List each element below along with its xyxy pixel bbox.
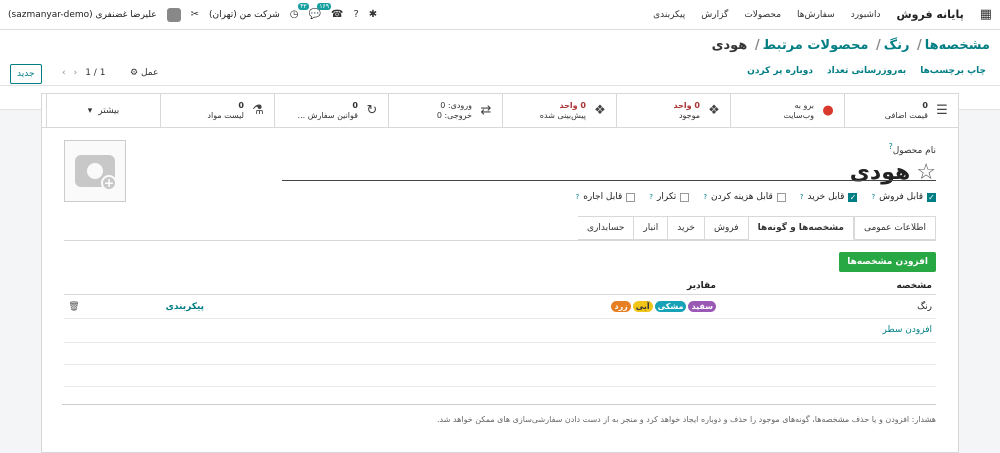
empty-row: [64, 343, 936, 365]
bug-icon[interactable]: ✱: [369, 9, 377, 20]
form-sheet: ☰ 0 قیمت اضافی ● برو به وب‌سایت ❖ 0 واحد مو…: [41, 93, 959, 453]
empty-row: [64, 365, 936, 387]
menu-configuration[interactable]: پیکربندی: [653, 10, 685, 20]
tools-icon[interactable]: ✂: [191, 9, 199, 20]
replenish-button[interactable]: دوباره پر کردن: [747, 66, 813, 76]
tab-general-info[interactable]: اطلاعات عمومی: [853, 216, 936, 240]
update-quantity-button[interactable]: به‌روزرسانی تعداد: [827, 66, 906, 76]
menu-dashboard[interactable]: داشبورد: [851, 10, 881, 20]
can-be-sold-checkbox[interactable]: ✓ قابل فروش?: [871, 192, 936, 202]
cubes-icon: ❖: [594, 103, 606, 118]
top-navbar: ▦ پایانه فروش داشبورد سفارش‌ها محصولات گ…: [0, 0, 1000, 30]
breadcrumb-current: هودی: [711, 38, 748, 53]
menu-reporting[interactable]: گزارش: [701, 10, 728, 20]
header-buttons: چاپ برچسب‌ها به‌روزرسانی تعداد دوباره پر…: [747, 66, 986, 76]
product-name-field[interactable]: هودی: [850, 160, 911, 185]
chat-icon[interactable]: 💬 ۱۶۹: [309, 3, 331, 20]
value-tag[interactable]: آبی: [632, 301, 653, 312]
tab-purchase[interactable]: خرید: [668, 216, 705, 240]
new-button[interactable]: جدید: [10, 64, 42, 84]
notebook-tabs: اطلاعات عمومی مشخصه‌ها و گونه‌ها فروش خر…: [577, 216, 936, 240]
menu-products[interactable]: محصولات: [744, 10, 781, 20]
attribute-cell[interactable]: رنگ: [716, 302, 936, 312]
pager-next-icon[interactable]: ›: [74, 68, 78, 78]
apps-grid-icon[interactable]: ▦: [980, 7, 992, 22]
value-tag[interactable]: مشکی: [654, 301, 687, 312]
in-out-button[interactable]: ⇄ ورودی: 0 خروجی: 0: [388, 94, 502, 127]
refresh-icon: ↻: [366, 103, 378, 118]
tabs-divider: [64, 240, 936, 241]
caret-down-icon: ▾: [87, 105, 93, 116]
exchange-icon: ⇄: [480, 103, 492, 118]
phone-icon[interactable]: ☎: [331, 9, 343, 20]
breadcrumb: مشخصه‌ها/ رنگ/ محصولات مرتبط/ هودی: [711, 38, 990, 53]
add-line-link[interactable]: افزودن سطر: [64, 319, 936, 343]
pager: ‹ › 1 / 1: [62, 68, 105, 78]
avatar[interactable]: [166, 7, 181, 22]
value-tag[interactable]: زرد: [611, 301, 631, 312]
cubes-icon: ❖: [708, 103, 720, 118]
warning-hint: هشدار: افزودن و یا حذف مشخصه‌ها، گونه‌ها…: [62, 404, 936, 424]
more-button[interactable]: بیشتر ▾: [46, 94, 160, 127]
product-image[interactable]: +: [64, 140, 126, 202]
pager-count[interactable]: 1 / 1: [85, 68, 105, 78]
company-switcher[interactable]: شرکت من (تهران): [209, 10, 280, 20]
app-brand[interactable]: پایانه فروش: [896, 8, 963, 21]
tab-sales[interactable]: فروش: [705, 216, 749, 240]
action-menu[interactable]: ⚙ عمل: [130, 68, 158, 78]
can-be-rented-checkbox[interactable]: قابل اجاره?: [575, 192, 636, 202]
product-name-label: نام محصول?: [888, 142, 936, 156]
activity-clock-icon[interactable]: ◷ ۴۳: [290, 3, 309, 20]
breadcrumb-color[interactable]: رنگ: [884, 38, 910, 53]
globe-icon: ●: [822, 103, 834, 118]
action-label: عمل: [140, 68, 159, 78]
product-options: ✓ قابل فروش? ✓ قابل خرید? قابل هزینه کردن?…: [575, 192, 936, 202]
tab-accounting[interactable]: حسابداری: [577, 216, 635, 240]
value-tag[interactable]: سفید: [688, 301, 716, 312]
configure-button[interactable]: پیکربندی: [84, 302, 204, 312]
add-attributes-button[interactable]: افزودن مشخصه‌ها: [839, 252, 936, 272]
breadcrumb-attributes[interactable]: مشخصه‌ها: [925, 38, 990, 53]
control-panel: مشخصه‌ها/ رنگ/ محصولات مرتبط/ هودی جدید …: [0, 30, 1000, 86]
plus-icon: +: [101, 175, 117, 191]
col-values[interactable]: مقادیر: [687, 281, 716, 291]
activity-badge: ۴۳: [298, 3, 309, 10]
help-icon[interactable]: ?: [353, 9, 358, 20]
list-icon: ☰: [936, 103, 948, 118]
user-name: علیرضا غضنفری (sazmanyar-demo): [8, 9, 157, 20]
pager-prev-icon[interactable]: ‹: [62, 68, 66, 78]
trash-icon[interactable]: 🗑: [64, 302, 84, 312]
bom-button[interactable]: ⚗ 0 لیست مواد: [160, 94, 274, 127]
table-header: مشخصه مقادیر: [64, 277, 936, 295]
col-attribute[interactable]: مشخصه: [716, 281, 936, 291]
tab-inventory[interactable]: انبار: [634, 216, 669, 240]
can-be-expensed-checkbox[interactable]: قابل هزینه کردن?: [703, 192, 786, 202]
forecasted-button[interactable]: ❖ 0 واحد پیش‌بینی شده: [502, 94, 616, 127]
on-hand-button[interactable]: ❖ 0 واحد موجود: [616, 94, 730, 127]
extra-price-button[interactable]: ☰ 0 قیمت اضافی: [844, 94, 958, 127]
print-labels-button[interactable]: چاپ برچسب‌ها: [920, 66, 986, 76]
name-underline: [282, 180, 936, 181]
values-cell[interactable]: سفید مشکی آبی زرد: [204, 301, 716, 312]
title-area: نام محصول? ☆ هودی: [850, 142, 936, 185]
breadcrumb-related-products[interactable]: محصولات مرتبط: [763, 38, 869, 53]
recurring-checkbox[interactable]: تکرار?: [649, 192, 690, 202]
flask-icon: ⚗: [252, 103, 264, 118]
chat-badge: ۱۶۹: [317, 3, 331, 10]
tab-attributes-variants[interactable]: مشخصه‌ها و گونه‌ها: [748, 216, 854, 240]
go-to-website-button[interactable]: ● برو به وب‌سایت: [730, 94, 844, 127]
reordering-rules-button[interactable]: ↻ 0 قوانین سفارش ...: [274, 94, 388, 127]
table-row[interactable]: رنگ سفید مشکی آبی زرد پیکربندی 🗑: [64, 295, 936, 319]
smart-buttons: ☰ 0 قیمت اضافی ● برو به وب‌سایت ❖ 0 واحد مو…: [42, 94, 958, 128]
attributes-table: مشخصه مقادیر رنگ سفید مشکی آبی زرد پیکرب…: [64, 277, 936, 387]
user-menu[interactable]: علیرضا غضنفری (sazmanyar-demo): [8, 10, 157, 20]
menu-orders[interactable]: سفارش‌ها: [797, 10, 835, 20]
favorite-star-icon[interactable]: ☆: [916, 160, 936, 185]
gear-icon: ⚙: [130, 68, 139, 78]
can-be-purchased-checkbox[interactable]: ✓ قابل خرید?: [800, 192, 858, 202]
